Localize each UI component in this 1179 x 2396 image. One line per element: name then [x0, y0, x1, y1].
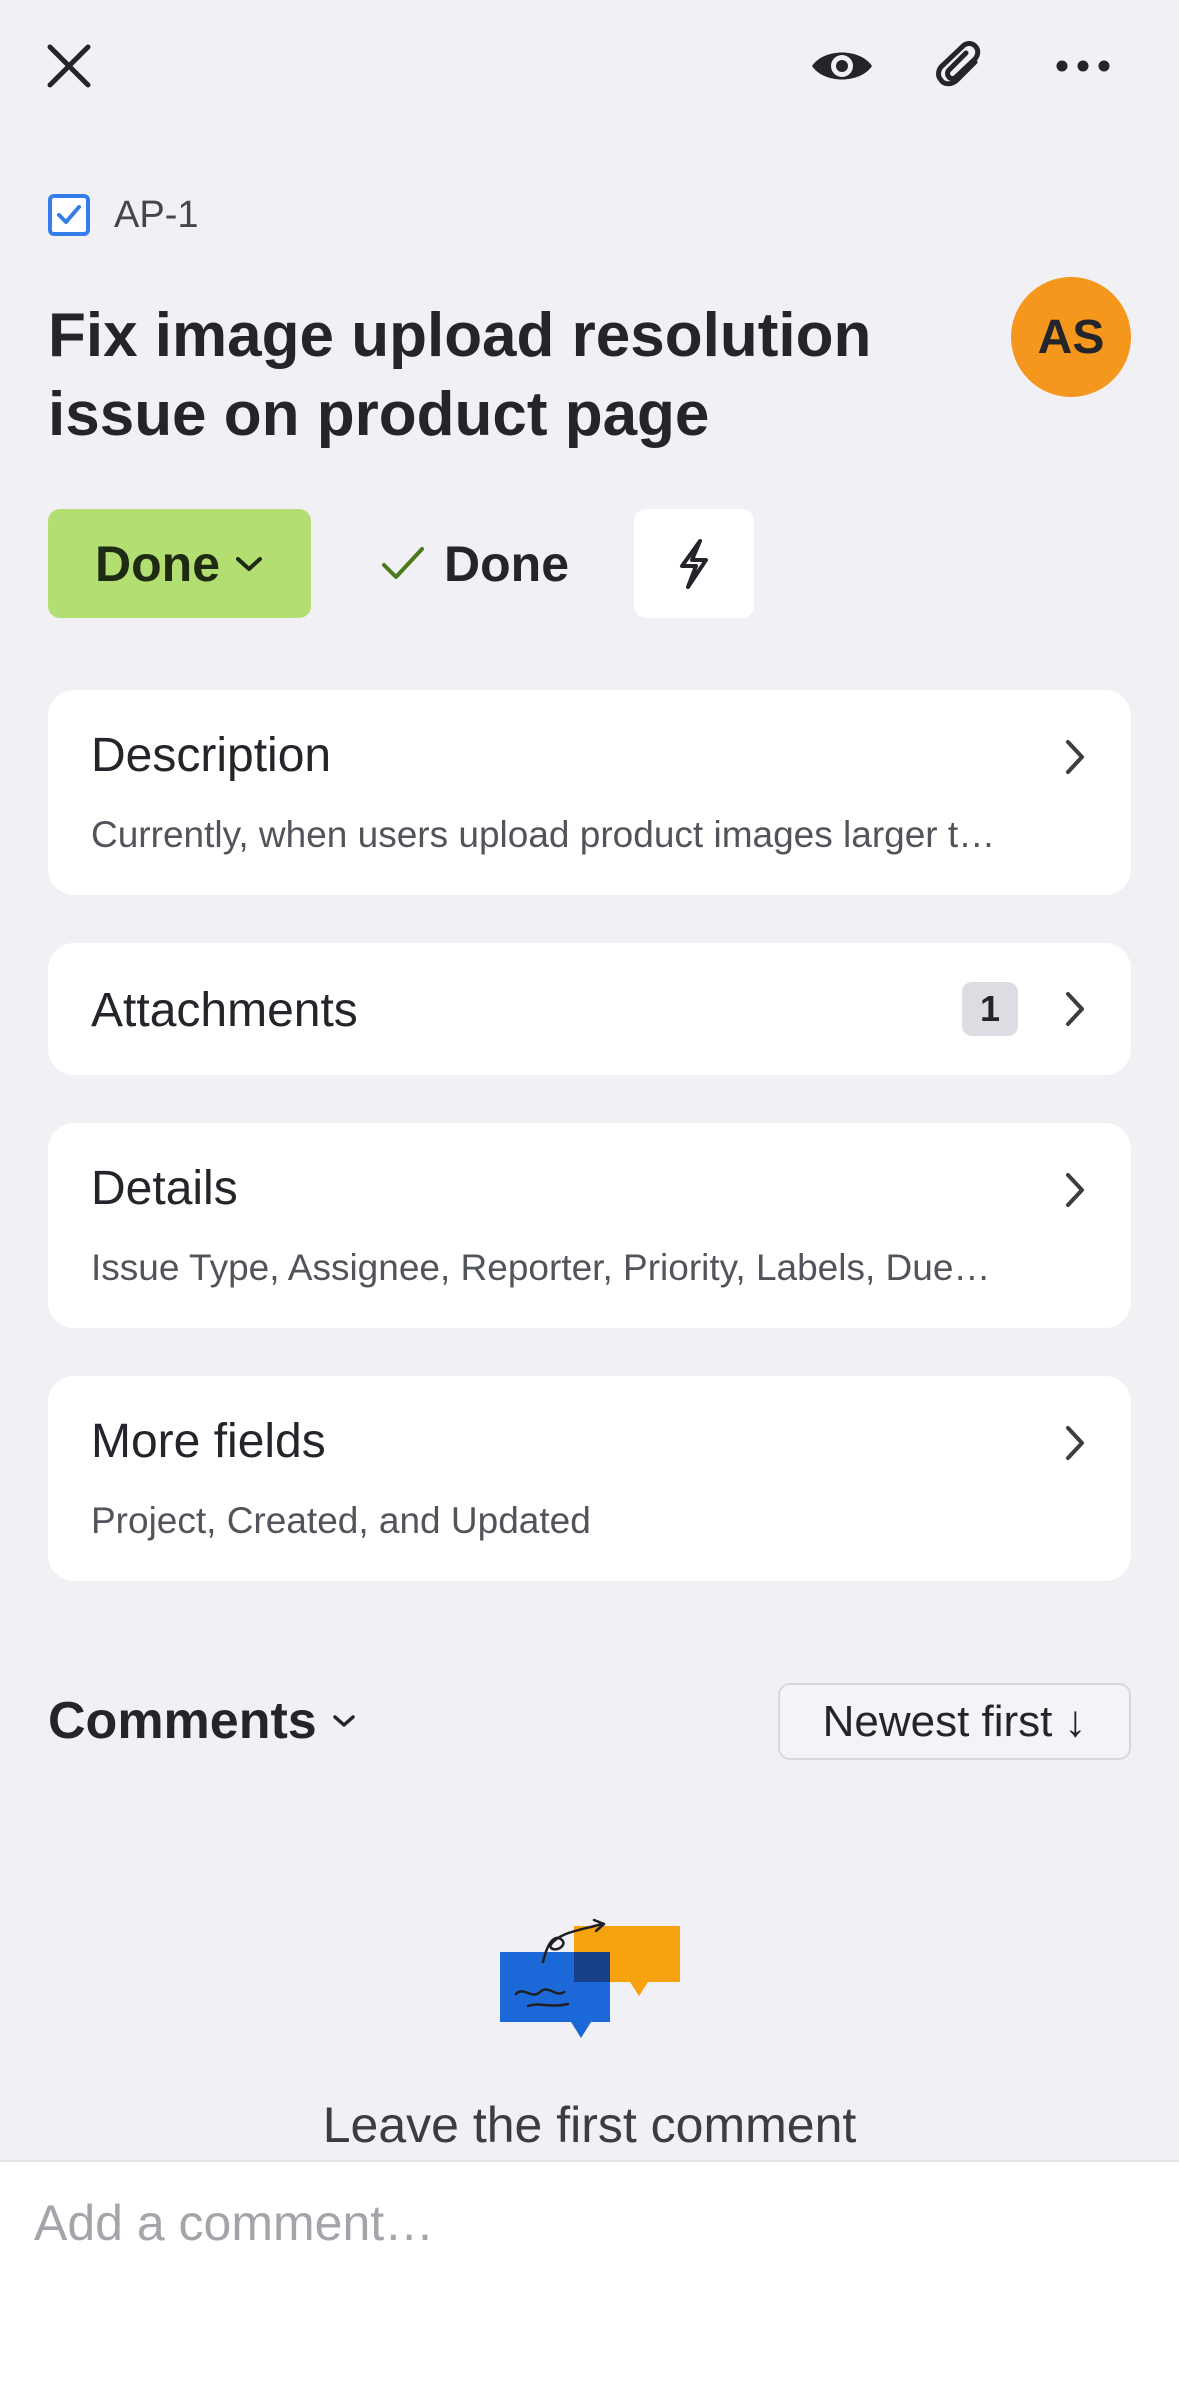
- comment-bubbles-illustration: [500, 1918, 680, 2038]
- close-icon: [47, 44, 91, 88]
- issue-key[interactable]: AP-1: [48, 190, 198, 240]
- lightning-icon: [680, 538, 708, 589]
- attach-button[interactable]: [925, 30, 997, 102]
- description-title: Description: [91, 729, 332, 782]
- status-button[interactable]: Done: [48, 509, 311, 618]
- chevron-right-icon: [1066, 740, 1084, 774]
- sort-order-button[interactable]: Newest first ↓: [778, 1683, 1131, 1760]
- chevron-right-icon: [1066, 1426, 1084, 1460]
- close-button[interactable]: [33, 30, 105, 102]
- arrow-down-icon: ↓: [1064, 1696, 1087, 1746]
- paperclip-icon: [936, 41, 981, 87]
- status-label: Done: [95, 535, 220, 592]
- watch-button[interactable]: [806, 30, 878, 102]
- chevron-down-icon: [332, 1715, 355, 1727]
- description-card[interactable]: Description Currently, when users upload…: [48, 690, 1131, 895]
- top-bar: [0, 0, 1179, 140]
- comment-input[interactable]: Add a comment…: [34, 2194, 434, 2252]
- comments-header-label: Comments: [48, 1692, 317, 1750]
- sort-label: Newest first: [822, 1696, 1053, 1746]
- details-title: Details: [91, 1162, 238, 1215]
- description-preview: Currently, when users upload product ima…: [91, 814, 996, 855]
- more-button[interactable]: [1047, 30, 1119, 102]
- resolution-status: Done: [380, 509, 569, 618]
- eye-icon: [812, 52, 872, 80]
- issue-view: AP-1 Fix image upload resolution issue o…: [0, 0, 1179, 2396]
- issue-title[interactable]: Fix image upload resolution issue on pro…: [48, 296, 948, 454]
- more-fields-title: More fields: [91, 1415, 326, 1468]
- comments-filter-dropdown[interactable]: Comments: [48, 1690, 357, 1752]
- more-fields-preview: Project, Created, and Updated: [91, 1500, 591, 1541]
- checkmark-icon: [382, 546, 424, 579]
- more-fields-card[interactable]: More fields Project, Created, and Update…: [48, 1376, 1131, 1581]
- task-checkbox-icon: [48, 194, 90, 236]
- resolution-label: Done: [444, 535, 569, 592]
- details-preview: Issue Type, Assignee, Reporter, Priority…: [91, 1247, 991, 1288]
- chevron-right-icon: [1066, 1173, 1084, 1207]
- attachments-title: Attachments: [91, 984, 358, 1037]
- automation-button[interactable]: [634, 509, 754, 618]
- empty-comments-text: Leave the first comment: [322, 2097, 857, 2153]
- attachments-card[interactable]: Attachments 1: [48, 943, 1131, 1075]
- comment-composer[interactable]: Add a comment…: [0, 2160, 1179, 2396]
- chevron-down-icon: [236, 556, 262, 571]
- issue-key-label: AP-1: [114, 193, 199, 236]
- more-icon: [1056, 60, 1110, 72]
- assignee-avatar[interactable]: AS: [1011, 277, 1131, 397]
- attachments-count-badge: 1: [962, 982, 1018, 1036]
- chevron-right-icon: [1066, 992, 1084, 1026]
- details-card[interactable]: Details Issue Type, Assignee, Reporter, …: [48, 1123, 1131, 1328]
